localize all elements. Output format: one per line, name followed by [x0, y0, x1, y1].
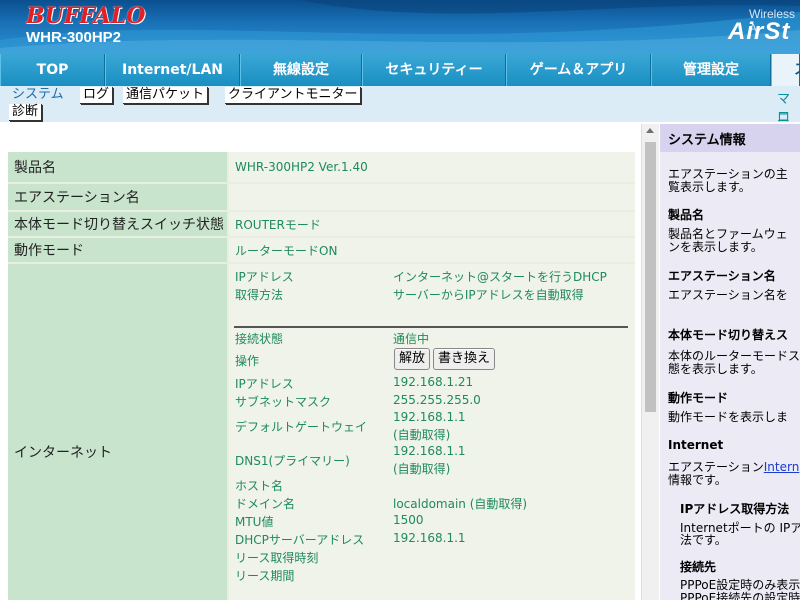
tab-status[interactable]: ス [771, 54, 800, 86]
main-nav: TOP Internet/LAN 無線設定 セキュリティー ゲーム＆アプリ 管理… [0, 54, 800, 86]
sub-nav: システム ログ 通信パケット クライアントモニター 診断 マニ ログ [0, 86, 800, 144]
subnet-mask-label: サブネットマスク [235, 395, 332, 409]
main-scrollbar[interactable] [641, 124, 659, 600]
tab-internet-lan[interactable]: Internet/LAN [105, 54, 240, 86]
tab-wireless[interactable]: 無線設定 [240, 54, 362, 86]
scroll-up-icon[interactable] [646, 128, 654, 133]
default-gateway-value: 192.168.1.1 [393, 410, 466, 424]
mtu-label: MTU値 [235, 515, 274, 529]
help-product-title: 製品名 [668, 208, 705, 222]
domain-name-value: localdomain (自動取得) [393, 497, 528, 511]
product-name-label: 製品名 [8, 152, 227, 182]
help-internet-line2: 情報です。 [668, 473, 727, 487]
row-station-name: エアステーション名 [8, 184, 635, 210]
help-ip-method-title: IPアドレス取得方法 [680, 502, 790, 516]
tab-security[interactable]: セキュリティー [362, 54, 506, 86]
help-internet-title: Internet [668, 438, 724, 452]
help-panel: システム情報 エアステーションの主 覧表示します。 製品名 製品名とファームウェ… [660, 124, 800, 600]
mtu-value: 1500 [393, 513, 424, 527]
help-product-line2: ンを表示します。 [668, 240, 763, 254]
subnav-packet[interactable]: 通信パケット [123, 87, 209, 104]
hostname-label: ホスト名 [235, 479, 284, 493]
main-content: 製品名 WHR-300HP2 Ver.1.40 エアステーション名 本体モード切… [0, 124, 640, 600]
help-destination-title: 接続先 [680, 560, 717, 574]
station-name-label: エアステーション名 [8, 184, 227, 210]
internet-details: IPアドレス インターネット@スタートを行うDHCP 取得方法 サーバーからIP… [229, 264, 635, 600]
ip-method-label: IPアドレス [235, 270, 294, 284]
renew-button[interactable]: 書き換え [433, 348, 496, 370]
lease-period-label: リース期間 [235, 569, 295, 583]
help-opmode-title: 動作モード [668, 391, 729, 405]
conn-status-label: 接続状態 [235, 332, 284, 346]
header-banner: BUFFALO WHR-300HP2 Wireless A AirSt [0, 0, 800, 54]
help-ip-method-line2: 法です。 [680, 533, 727, 547]
help-title: システム情報 [668, 133, 746, 148]
model-name: WHR-300HP2 [26, 29, 122, 46]
subnav-diagnosis[interactable]: 診断 [9, 104, 43, 121]
acquire-method-label: 取得方法 [235, 288, 284, 302]
tab-admin[interactable]: 管理設定 [651, 54, 771, 86]
row-mode-switch: 本体モード切り替えスイッチ状態 ROUTERモード [8, 212, 635, 236]
row-product-name: 製品名 WHR-300HP2 Ver.1.40 [8, 152, 635, 182]
release-button[interactable]: 解放 [394, 348, 431, 370]
help-mode-switch-title: 本体モード切り替えス [668, 328, 789, 342]
default-gateway-label: デフォルトゲートウェイ [235, 420, 368, 434]
lease-acquired-label: リース取得時刻 [235, 551, 319, 565]
internet-label: インターネット [8, 264, 227, 600]
buffalo-logo: BUFFALO [26, 3, 146, 29]
tab-top[interactable]: TOP [0, 54, 105, 86]
ip-method-value: インターネット@スタートを行うDHCP [393, 270, 607, 284]
default-gateway-note: (自動取得) [393, 428, 451, 442]
operation-label: 操作 [235, 354, 260, 368]
operation-mode-label: 動作モード [8, 238, 227, 262]
dns1-value: 192.168.1.1 [393, 444, 466, 458]
ip-address-label: IPアドレス [235, 377, 294, 391]
product-name-value: WHR-300HP2 Ver.1.40 [229, 152, 635, 182]
airstation-logo: AirSt [728, 18, 791, 45]
station-name-value [229, 184, 635, 210]
help-opmode-line1: 動作モードを表示しま [668, 410, 789, 424]
scrollbar-thumb[interactable] [645, 142, 656, 412]
system-info-table: 製品名 WHR-300HP2 Ver.1.40 エアステーション名 本体モード切… [8, 152, 635, 600]
row-internet: インターネット IPアドレス インターネット@スタートを行うDHCP 取得方法 … [8, 264, 635, 600]
subnav-log[interactable]: ログ [80, 87, 114, 104]
dhcp-server-value: 192.168.1.1 [393, 531, 466, 545]
acquire-method-value: サーバーからIPアドレスを自動取得 [393, 288, 584, 302]
dns1-label: DNS1(プライマリー) [235, 454, 350, 468]
domain-name-label: ドメイン名 [235, 497, 296, 511]
tab-game-apps[interactable]: ゲーム＆アプリ [506, 54, 651, 86]
conn-status-value: 通信中 [393, 332, 430, 346]
help-mode-switch-line2: 態を表示します。 [668, 362, 763, 376]
internet-divider [234, 326, 628, 328]
row-operation-mode: 動作モード ルーターモードON [8, 238, 635, 262]
help-station-title: エアステーション名 [668, 269, 776, 283]
operation-mode-value: ルーターモードON [229, 238, 635, 262]
help-internet-link[interactable]: Intern [764, 460, 800, 474]
help-station-line1: エアステーション名を [668, 288, 788, 302]
subnav-system[interactable]: システム [9, 87, 67, 103]
ip-address-value: 192.168.1.21 [393, 375, 474, 389]
mode-switch-value: ROUTERモード [229, 212, 635, 236]
subnet-mask-value: 255.255.255.0 [393, 393, 481, 407]
help-intro-line2: 覧表示します。 [668, 180, 751, 194]
subnav-client-monitor[interactable]: クライアントモニター [225, 87, 362, 104]
help-destination-line2: PPPoE接続先の設定時 [680, 591, 800, 600]
dhcp-server-label: DHCPサーバーアドレス [235, 533, 365, 547]
mode-switch-label: 本体モード切り替えスイッチ状態 [8, 212, 227, 236]
dns1-note: (自動取得) [393, 462, 451, 476]
